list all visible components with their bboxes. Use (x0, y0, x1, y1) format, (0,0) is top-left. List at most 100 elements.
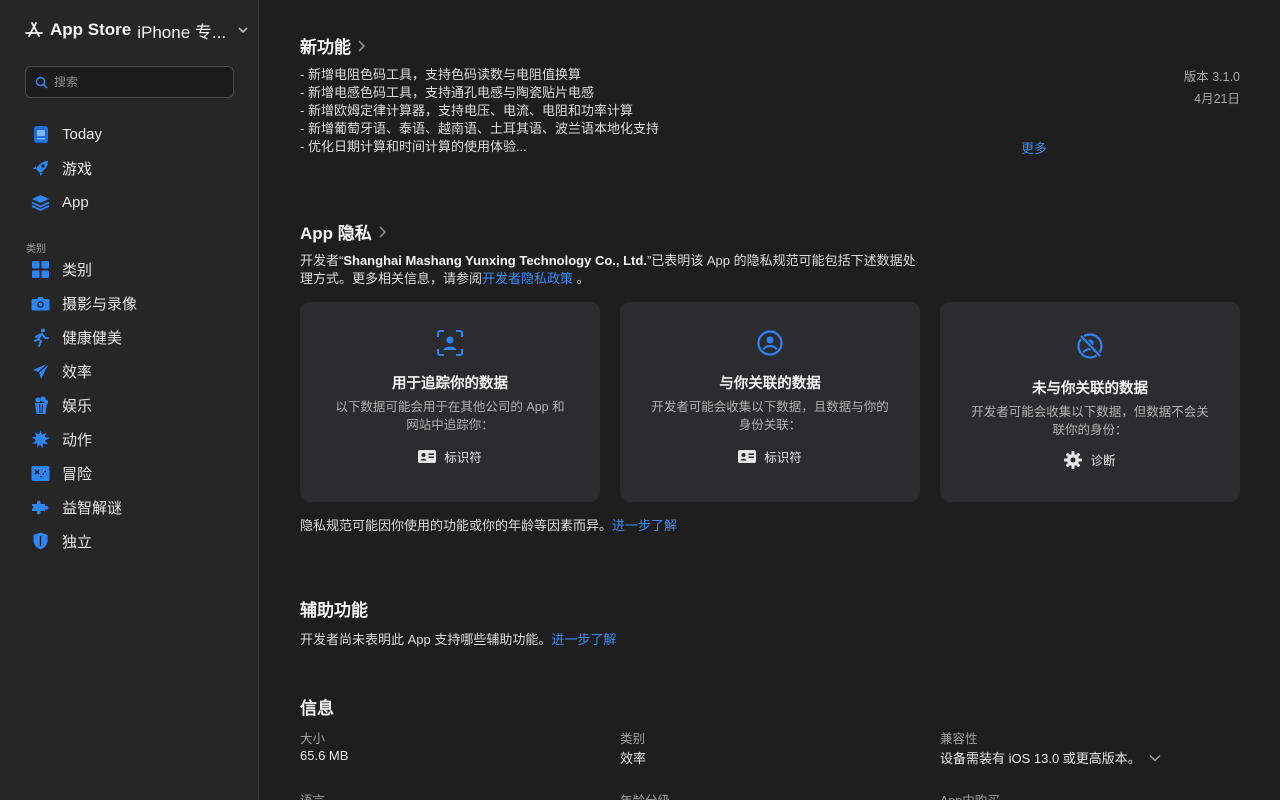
privacy-card-linked[interactable]: 与你关联的数据 开发者可能会收集以下数据，且数据与你的身份关联： 标识符 (620, 302, 920, 502)
sidebar-item-puzzle[interactable]: 益智解谜 (31, 495, 122, 519)
categories-section-label: 类别 (26, 244, 46, 255)
sidebar-item-productivity[interactable]: 效率 (31, 359, 92, 383)
map-icon (31, 464, 50, 483)
privacy-text-suffix: 。 (573, 271, 590, 286)
running-figure-icon (31, 328, 50, 347)
sidebar-item-label: 效率 (62, 363, 93, 381)
gear-icon (1064, 450, 1083, 469)
sidebar-item-label: 摄影与录像 (62, 295, 138, 313)
accessibility-title: 辅助功能 (300, 601, 368, 620)
grid-icon (31, 260, 50, 279)
store-switcher[interactable]: App Store iPhone 专... (24, 19, 248, 42)
sidebar-item-indie[interactable]: 独立 (31, 529, 92, 553)
data-type-label: 标识符 (764, 451, 802, 465)
sidebar-item-label: Today (62, 125, 103, 143)
burst-icon (31, 430, 50, 449)
data-type-tag: 诊断 (940, 450, 1240, 469)
developer-name: Shanghai Mashang Yunxing Technology Co.,… (343, 253, 647, 268)
privacy-learn-more-link[interactable]: 进一步了解 (612, 518, 677, 533)
id-card-icon (738, 450, 757, 463)
whats-new-item: - 优化日期计算和时间计算的使用体验... (300, 139, 527, 154)
search-input[interactable] (54, 75, 224, 89)
chevron-down-icon (1149, 754, 1161, 762)
category-label: 类别 (620, 732, 646, 746)
card-title: 未与你关联的数据 (1032, 381, 1148, 397)
size-value: 65.6 MB (300, 748, 349, 763)
privacy-title: App 隐私 (300, 224, 372, 243)
release-date: 4月21日 (1194, 92, 1240, 106)
today-icon (31, 125, 50, 144)
more-link[interactable]: 更多 (1021, 138, 1047, 157)
card-title: 与你关联的数据 (719, 376, 821, 392)
in-app-purchases-label: App内购买 (940, 790, 1000, 800)
accessibility-text: 开发者尚未表明此 App 支持哪些辅助功能。 (300, 632, 552, 647)
card-description: 开发者可能会收集以下数据，但数据不会关联你的身份： (971, 405, 1209, 437)
chevron-down-icon (238, 27, 248, 34)
developer-privacy-policy-link[interactable]: 开发者隐私政策 (482, 271, 573, 286)
version-number: 版本 3.1.0 (1183, 70, 1240, 84)
sidebar-item-action[interactable]: 动作 (31, 427, 92, 451)
person-slash-icon (1077, 333, 1103, 359)
data-type-tag: 标识符 (300, 447, 600, 466)
data-type-tag: 标识符 (620, 447, 920, 466)
sidebar-item-apps[interactable]: App (31, 190, 89, 214)
sidebar: App Store iPhone 专... Today 游戏 App 类别 (0, 0, 259, 800)
app-detail-content: 新功能 - 新增电阻色码工具，支持色码读数与电阻值换算 - 新增电感色码工具，支… (260, 0, 1280, 800)
privacy-heading[interactable]: App 隐私 (300, 219, 387, 244)
sidebar-item-label: 健康健美 (62, 329, 123, 347)
sidebar-item-label: 独立 (62, 533, 93, 551)
whats-new-list: - 新增电阻色码工具，支持色码读数与电阻值换算 - 新增电感色码工具，支持通孔电… (300, 66, 659, 156)
data-type-label: 标识符 (444, 451, 482, 465)
info-heading: 信息 (300, 694, 334, 719)
privacy-card-not-linked[interactable]: 未与你关联的数据 开发者可能会收集以下数据，但数据不会关联你的身份： 诊断 (940, 302, 1240, 502)
age-rating-label: 年龄分级 (620, 790, 670, 800)
compatibility-label: 兼容性 (940, 732, 978, 746)
privacy-note: 隐私规范可能因你使用的功能或你的年龄等因素而异。进一步了解 (300, 515, 677, 534)
card-description: 以下数据可能会用于在其他公司的 App 和网站中追踪你： (335, 400, 565, 432)
whats-new-item: - 新增电阻色码工具，支持色码读数与电阻值换算 (300, 67, 581, 82)
person-circle-icon (757, 330, 783, 356)
paper-plane-icon (31, 362, 50, 381)
version-info: 版本 3.1.0 4月21日 (1184, 66, 1240, 110)
compatibility-text: 设备需装有 iOS 13.0 或更高版本。 (940, 751, 1141, 766)
layers-icon (31, 193, 50, 212)
sidebar-item-games[interactable]: 游戏 (31, 156, 92, 180)
accessibility-heading: 辅助功能 (300, 596, 368, 621)
rocket-icon (31, 159, 50, 178)
sidebar-item-health-fitness[interactable]: 健康健美 (31, 325, 122, 349)
whats-new-heading[interactable]: 新功能 (300, 33, 366, 58)
privacy-description: 开发者“Shanghai Mashang Yunxing Technology … (300, 252, 920, 288)
compatibility-value[interactable]: 设备需装有 iOS 13.0 或更高版本。 (940, 748, 1161, 767)
sidebar-item-label: 类别 (62, 261, 93, 279)
data-type-label: 诊断 (1090, 454, 1116, 468)
category-value: 效率 (620, 751, 647, 766)
search-box[interactable] (25, 66, 234, 98)
store-title-bold: App Store (50, 20, 132, 39)
chevron-right-icon (358, 39, 366, 52)
sidebar-item-adventure[interactable]: 冒险 (31, 461, 92, 485)
sidebar-item-categories[interactable]: 类别 (31, 257, 92, 281)
sidebar-item-label: 游戏 (62, 160, 93, 178)
accessibility-description: 开发者尚未表明此 App 支持哪些辅助功能。进一步了解 (300, 629, 616, 648)
sidebar-item-photo-video[interactable]: 摄影与录像 (31, 291, 137, 315)
chevron-right-icon (379, 225, 386, 238)
card-title: 用于追踪你的数据 (392, 376, 508, 392)
size-label: 大小 (300, 732, 326, 746)
whats-new-item: - 新增欧姆定律计算器，支持电压、电流、电阻和功率计算 (300, 103, 633, 118)
privacy-card-tracking[interactable]: 用于追踪你的数据 以下数据可能会用于在其他公司的 App 和网站中追踪你： 标识… (300, 302, 600, 502)
language-label: 语言 (300, 790, 325, 800)
camera-icon (31, 294, 50, 313)
store-title-platform: iPhone 专... (137, 22, 227, 42)
sidebar-item-label: App (62, 193, 89, 211)
sidebar-item-label: 益智解谜 (62, 499, 123, 517)
puzzle-piece-icon (31, 498, 50, 517)
popcorn-icon (31, 395, 50, 415)
sidebar-item-label: 动作 (62, 431, 93, 449)
privacy-note-text: 隐私规范可能因你使用的功能或你的年龄等因素而异。 (300, 518, 613, 533)
whats-new-title: 新功能 (300, 38, 351, 57)
whats-new-item: - 新增电感色码工具，支持通孔电感与陶瓷贴片电感 (300, 85, 594, 100)
accessibility-learn-more-link[interactable]: 进一步了解 (551, 632, 616, 647)
sidebar-item-entertainment[interactable]: 娱乐 (31, 393, 92, 417)
sidebar-item-label: 娱乐 (62, 397, 93, 415)
sidebar-item-today[interactable]: Today (31, 122, 102, 146)
